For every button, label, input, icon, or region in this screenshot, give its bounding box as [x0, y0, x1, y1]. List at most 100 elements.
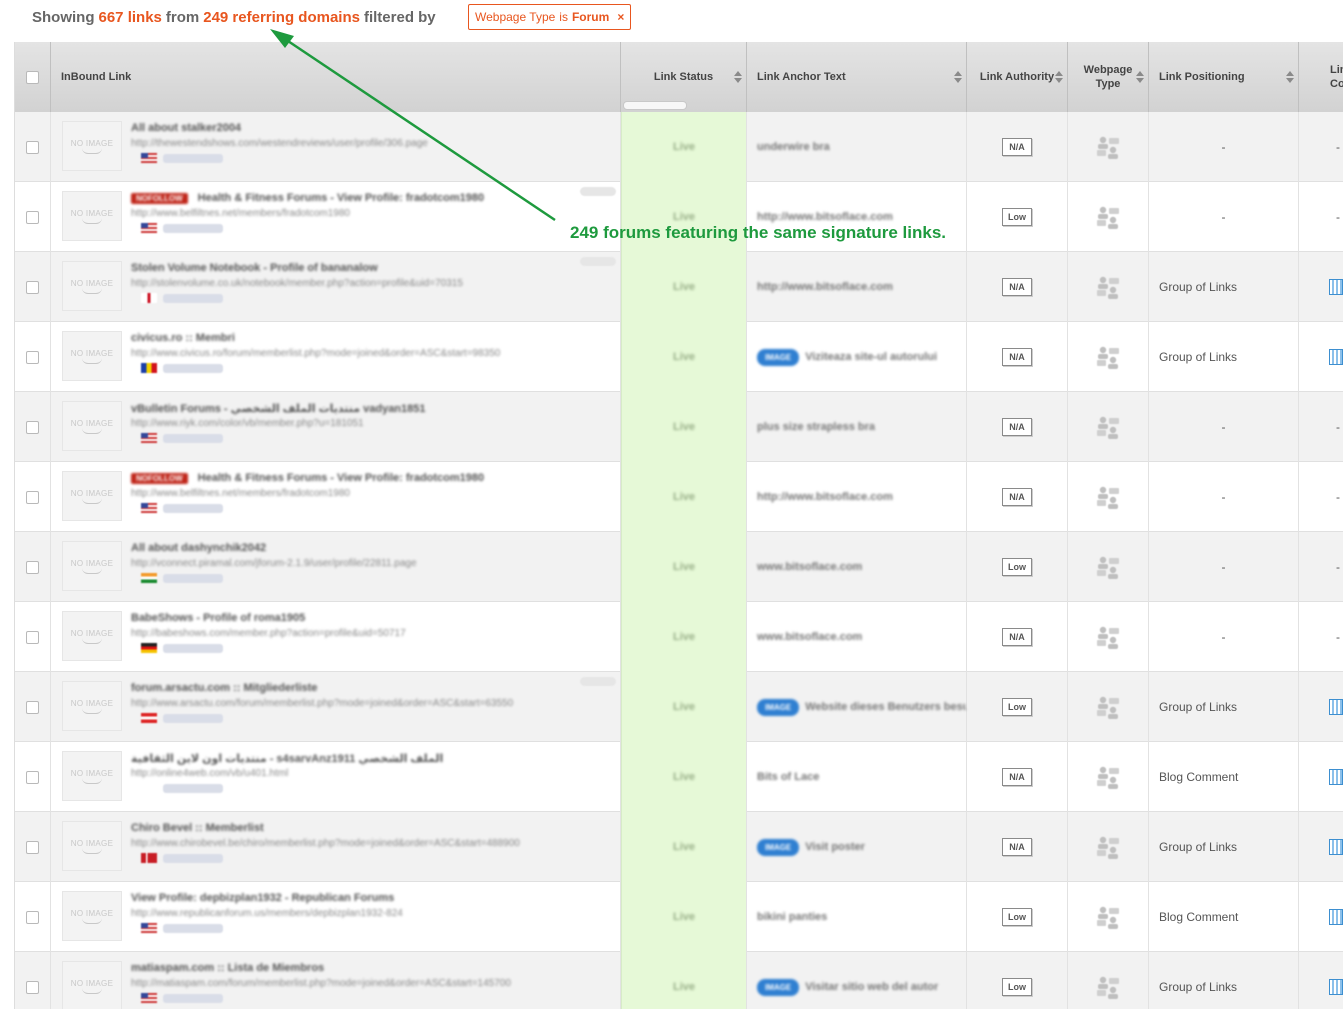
link-positioning: Group of Links	[1159, 700, 1238, 714]
link-title[interactable]: All about stalker2004	[131, 122, 241, 134]
link-title[interactable]: civicus.ro :: Membri	[131, 332, 235, 344]
link-url[interactable]: http://babeshows.com/member.php?action=p…	[131, 628, 406, 639]
sort-icon[interactable]	[1055, 71, 1063, 83]
link-url[interactable]: http://www.belfiltnes.net/members/fradot…	[131, 488, 350, 499]
link-title[interactable]: Chiro Bevel :: Memberlist	[131, 822, 264, 834]
link-url[interactable]: http://vconnect.piramal.com/jforum-2.1.9…	[131, 558, 417, 569]
horizontal-scrollbar[interactable]	[623, 101, 687, 110]
column-link-positioning-label: Link Positioning	[1159, 71, 1245, 83]
content-grid-icon[interactable]	[1329, 699, 1343, 715]
table-row[interactable]: NO IMAGE NOFOLLOW Health & Fitness Forums …	[15, 462, 1343, 532]
row-checkbox[interactable]	[26, 910, 39, 924]
link-url[interactable]: http://www.republicanforum.us/members/de…	[131, 908, 403, 919]
content-grid-icon[interactable]	[1329, 839, 1343, 855]
table-row[interactable]: NO IMAGE منتديات اون لاين الثقافية - s4sa…	[15, 742, 1343, 812]
row-checkbox[interactable]	[26, 140, 39, 154]
row-select-cell	[15, 182, 51, 252]
link-title[interactable]: forum.arsactu.com :: Mitgliederliste	[131, 682, 317, 694]
column-webpage-type-label-2: Type	[1095, 78, 1121, 90]
link-title[interactable]: matiaspam.com :: Lista de Miembros	[131, 962, 324, 974]
no-image-smile-icon	[82, 778, 102, 784]
table-row[interactable]: NO IMAGE All about dashynchik2042 http://v…	[15, 532, 1343, 602]
row-select-cell	[15, 532, 51, 602]
table-row[interactable]: NO IMAGE View Profile: depbizplan1932 - R…	[15, 882, 1343, 952]
link-title[interactable]: Stolen Volume Notebook - Profile of bana…	[131, 262, 378, 274]
select-all-checkbox[interactable]	[26, 70, 39, 84]
page-thumbnail: NO IMAGE	[62, 821, 122, 871]
table-row[interactable]: NO IMAGE matiaspam.com :: Lista de Miembr…	[15, 952, 1343, 1009]
summary-prefix: Showing	[32, 8, 95, 26]
link-positioning: -	[1221, 630, 1226, 644]
webpage-type-cell	[1068, 532, 1149, 602]
link-url[interactable]: http://www.belfiltnes.net/members/fradot…	[131, 208, 350, 219]
table-row[interactable]: NO IMAGE Chiro Bevel :: Memberlisthttp://…	[15, 812, 1343, 882]
anchor-text-value: Bits of Lace	[757, 770, 820, 783]
sort-icon[interactable]	[1136, 71, 1144, 83]
link-url[interactable]: http://www.civicus.ro/forum/memberlist.p…	[131, 348, 500, 359]
link-positioning: -	[1221, 140, 1226, 154]
row-checkbox[interactable]	[26, 210, 39, 224]
content-grid-icon[interactable]	[1329, 349, 1343, 365]
column-anchor-text[interactable]: Link Anchor Text	[747, 42, 967, 112]
filter-tag[interactable]: Webpage Type is Forum ×	[468, 4, 632, 30]
link-title-text: forum.arsactu.com :: Mitgliederliste	[131, 682, 318, 694]
link-title[interactable]: All about dashynchik2042	[131, 542, 266, 554]
row-checkbox[interactable]	[26, 980, 39, 994]
row-checkbox[interactable]	[26, 700, 39, 714]
content-grid-icon[interactable]	[1329, 909, 1343, 925]
link-content-cell: -	[1299, 112, 1343, 182]
content-grid-icon[interactable]	[1329, 769, 1343, 785]
link-title[interactable]: View Profile: depbizplan1932 - Republica…	[131, 892, 394, 904]
column-link-content[interactable]: Lin Conte	[1299, 42, 1343, 112]
no-image-label: NO IMAGE	[70, 908, 114, 918]
link-title[interactable]: منتديات اون لاين الثقافية - s4sarvAnz191…	[131, 752, 443, 765]
no-image-label: NO IMAGE	[70, 418, 114, 428]
table-row[interactable]: NO IMAGE Stolen Volume Notebook - Profile…	[15, 252, 1343, 322]
link-content-cell	[1299, 952, 1343, 1009]
remove-filter-icon[interactable]: ×	[617, 10, 624, 24]
link-positioning-cell: Group of Links	[1149, 812, 1299, 882]
link-title[interactable]: NOFOLLOW Health & Fitness Forums - View P…	[131, 472, 484, 484]
sort-icon[interactable]	[954, 71, 962, 83]
anchor-text: bikini panties	[747, 911, 827, 924]
column-link-positioning[interactable]: Link Positioning	[1149, 42, 1299, 112]
link-url[interactable]: http://online4web.com/vb/u401.html	[131, 768, 288, 779]
link-title[interactable]: NOFOLLOW Health & Fitness Forums - View P…	[131, 192, 484, 204]
page-thumbnail: NO IMAGE	[62, 891, 122, 941]
table-row[interactable]: NO IMAGE forum.arsactu.com :: Mitgliederl…	[15, 672, 1343, 742]
link-url[interactable]: http://www.riyk.com/color/vb/member.php?…	[131, 418, 364, 429]
row-checkbox[interactable]	[26, 840, 39, 854]
link-url[interactable]: http://thewestendshows.com/westendreview…	[131, 138, 428, 149]
row-checkbox[interactable]	[26, 770, 39, 784]
table-row[interactable]: NO IMAGE civicus.ro :: Membri http://www.c…	[15, 322, 1343, 392]
table-row[interactable]: NO IMAGE All about stalker2004 http://thew…	[15, 112, 1343, 182]
country-flag-icon	[141, 573, 157, 583]
row-checkbox[interactable]	[26, 490, 39, 504]
link-url[interactable]: http://stolenvolume.co.uk/notebook/membe…	[131, 278, 463, 289]
link-url[interactable]: http://matiaspam.com/forum/memberlist.ph…	[131, 978, 511, 989]
sort-icon[interactable]	[1286, 71, 1294, 83]
sort-icon[interactable]	[734, 71, 742, 83]
link-authority-cell: N/A	[967, 392, 1068, 462]
column-inbound-link[interactable]: InBound Link	[51, 42, 621, 112]
table-row[interactable]: NO IMAGE vBulletin Forums - منتديات الملف…	[15, 392, 1343, 462]
anchor-text: IMAGE Website dieses Benutzers besuchen	[747, 698, 966, 716]
row-checkbox[interactable]	[26, 350, 39, 364]
link-title[interactable]: vBulletin Forums - منتديات الملف الشخصي …	[131, 402, 426, 415]
row-checkbox[interactable]	[26, 280, 39, 294]
link-positioning-cell: -	[1149, 392, 1299, 462]
row-select-cell	[15, 322, 51, 392]
content-grid-icon[interactable]	[1329, 979, 1343, 995]
column-webpage-type[interactable]: Webpage Type	[1068, 42, 1149, 112]
link-url[interactable]: http://www.arsactu.com/forum/memberlist.…	[131, 698, 513, 709]
table-row[interactable]: NO IMAGE BabeShows - Profile of roma1905 h…	[15, 602, 1343, 672]
link-content: -	[1336, 210, 1340, 224]
row-checkbox[interactable]	[26, 420, 39, 434]
links-count: 667 links	[98, 8, 162, 26]
link-url[interactable]: http://www.chirobevel.be/chiro/memberlis…	[131, 838, 520, 849]
row-checkbox[interactable]	[26, 630, 39, 644]
content-grid-icon[interactable]	[1329, 279, 1343, 295]
link-title[interactable]: BabeShows - Profile of roma1905	[131, 612, 305, 624]
column-link-authority[interactable]: Link Authority	[967, 42, 1068, 112]
row-checkbox[interactable]	[26, 560, 39, 574]
